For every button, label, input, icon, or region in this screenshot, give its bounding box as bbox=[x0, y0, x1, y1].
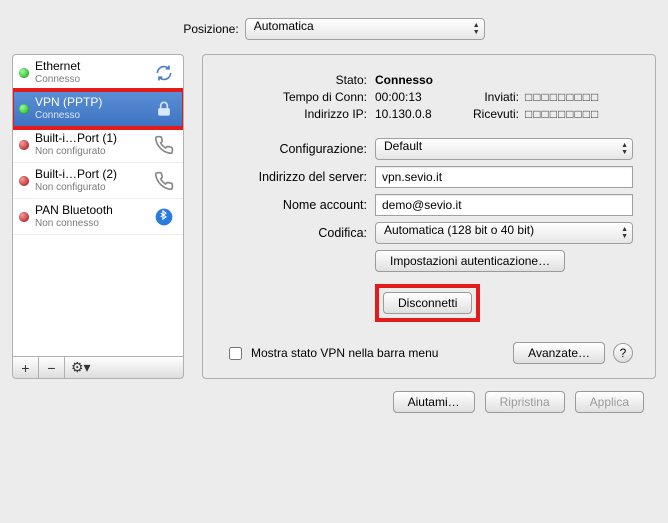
show-vpn-checkbox[interactable] bbox=[229, 347, 242, 360]
state-label: Stato: bbox=[225, 73, 375, 87]
list-item-status: Non configurato bbox=[35, 146, 145, 158]
conntime-value: 00:00:13 bbox=[375, 90, 465, 104]
account-label: Nome account: bbox=[225, 198, 375, 212]
apply-button[interactable]: Applica bbox=[575, 391, 644, 413]
sidebar-item-ethernet[interactable]: Ethernet Connesso bbox=[13, 55, 183, 91]
status-dot-icon bbox=[19, 140, 29, 150]
assist-button[interactable]: Aiutami… bbox=[393, 391, 475, 413]
status-dot-icon bbox=[19, 104, 29, 114]
bottom-buttons: Aiutami… Ripristina Applica bbox=[12, 391, 656, 413]
auth-settings-button[interactable]: Impostazioni autenticazione… bbox=[375, 250, 565, 272]
list-item-status: Connesso bbox=[35, 74, 145, 86]
state-value: Connesso bbox=[375, 73, 465, 87]
sidebar-item-modem1[interactable]: Built-i…Port (1) Non configurato bbox=[13, 127, 183, 163]
connections-list[interactable]: Ethernet Connesso VPN (PPTP) Connesso bbox=[12, 54, 184, 357]
encoding-label: Codifica: bbox=[225, 226, 375, 240]
status-dot-icon bbox=[19, 176, 29, 186]
config-select[interactable]: Default ▲▼ bbox=[375, 138, 633, 160]
sent-label: Inviati: bbox=[465, 90, 525, 104]
list-item-label: Built-i…Port (1) bbox=[35, 132, 145, 146]
chevron-updown-icon: ▲▼ bbox=[621, 226, 628, 240]
chevron-updown-icon: ▲▼ bbox=[621, 142, 628, 156]
add-connection-button[interactable]: + bbox=[13, 357, 39, 378]
list-footer: + − ⚙︎▾ bbox=[12, 357, 184, 379]
sync-icon bbox=[151, 60, 177, 86]
lock-icon bbox=[151, 96, 177, 122]
account-input[interactable] bbox=[375, 194, 633, 216]
sidebar-item-bluetooth[interactable]: PAN Bluetooth Non connesso bbox=[13, 199, 183, 235]
sent-value: □□□□□□□□□ bbox=[525, 90, 599, 104]
status-dot-icon bbox=[19, 212, 29, 222]
disconnect-highlight: Disconnetti bbox=[375, 284, 480, 322]
show-vpn-checkbox-row[interactable]: Mostra stato VPN nella barra menu bbox=[225, 344, 438, 363]
recv-value: □□□□□□□□□ bbox=[525, 107, 599, 121]
list-item-label: Ethernet bbox=[35, 60, 145, 74]
network-prefs-window: Posizione: Automatica ▲▼ Ethernet Connes… bbox=[0, 0, 668, 423]
list-item-label: VPN (PPTP) bbox=[35, 96, 145, 110]
location-select[interactable]: Automatica ▲▼ bbox=[245, 18, 485, 40]
list-item-label: PAN Bluetooth bbox=[35, 204, 145, 218]
config-label: Configurazione: bbox=[225, 142, 375, 156]
connections-sidebar: Ethernet Connesso VPN (PPTP) Connesso bbox=[12, 54, 184, 379]
revert-button[interactable]: Ripristina bbox=[485, 391, 565, 413]
sidebar-item-vpn[interactable]: VPN (PPTP) Connesso bbox=[13, 91, 183, 127]
actions-menu-button[interactable]: ⚙︎▾ bbox=[65, 357, 183, 378]
config-select-value: Default bbox=[384, 139, 422, 153]
server-label: Indirizzo del server: bbox=[225, 170, 375, 184]
list-item-label: Built-i…Port (2) bbox=[35, 168, 145, 182]
ip-label: Indirizzo IP: bbox=[225, 107, 375, 121]
recv-label: Ricevuti: bbox=[465, 107, 525, 121]
ip-value: 10.130.0.8 bbox=[375, 107, 465, 121]
conntime-label: Tempo di Conn: bbox=[225, 90, 375, 104]
encoding-select[interactable]: Automatica (128 bit o 40 bit) ▲▼ bbox=[375, 222, 633, 244]
chevron-updown-icon: ▲▼ bbox=[473, 22, 480, 36]
list-item-status: Non configurato bbox=[35, 182, 145, 194]
advanced-button[interactable]: Avanzate… bbox=[513, 342, 605, 364]
location-select-value: Automatica bbox=[254, 19, 314, 33]
remove-connection-button[interactable]: − bbox=[39, 357, 65, 378]
location-label: Posizione: bbox=[183, 22, 238, 36]
bluetooth-icon bbox=[151, 204, 177, 230]
sidebar-item-modem2[interactable]: Built-i…Port (2) Non configurato bbox=[13, 163, 183, 199]
detail-pane: Stato: Connesso Tempo di Conn: 00:00:13 … bbox=[202, 54, 656, 379]
disconnect-button[interactable]: Disconnetti bbox=[383, 292, 472, 314]
encoding-select-value: Automatica (128 bit o 40 bit) bbox=[384, 223, 534, 237]
list-item-status: Connesso bbox=[35, 110, 145, 122]
show-vpn-label: Mostra stato VPN nella barra menu bbox=[251, 346, 438, 360]
server-input[interactable] bbox=[375, 166, 633, 188]
location-row: Posizione: Automatica ▲▼ bbox=[12, 18, 656, 40]
help-button[interactable]: ? bbox=[613, 343, 633, 363]
phone-icon bbox=[151, 132, 177, 158]
list-item-status: Non connesso bbox=[35, 218, 145, 230]
phone-icon bbox=[151, 168, 177, 194]
status-dot-icon bbox=[19, 68, 29, 78]
